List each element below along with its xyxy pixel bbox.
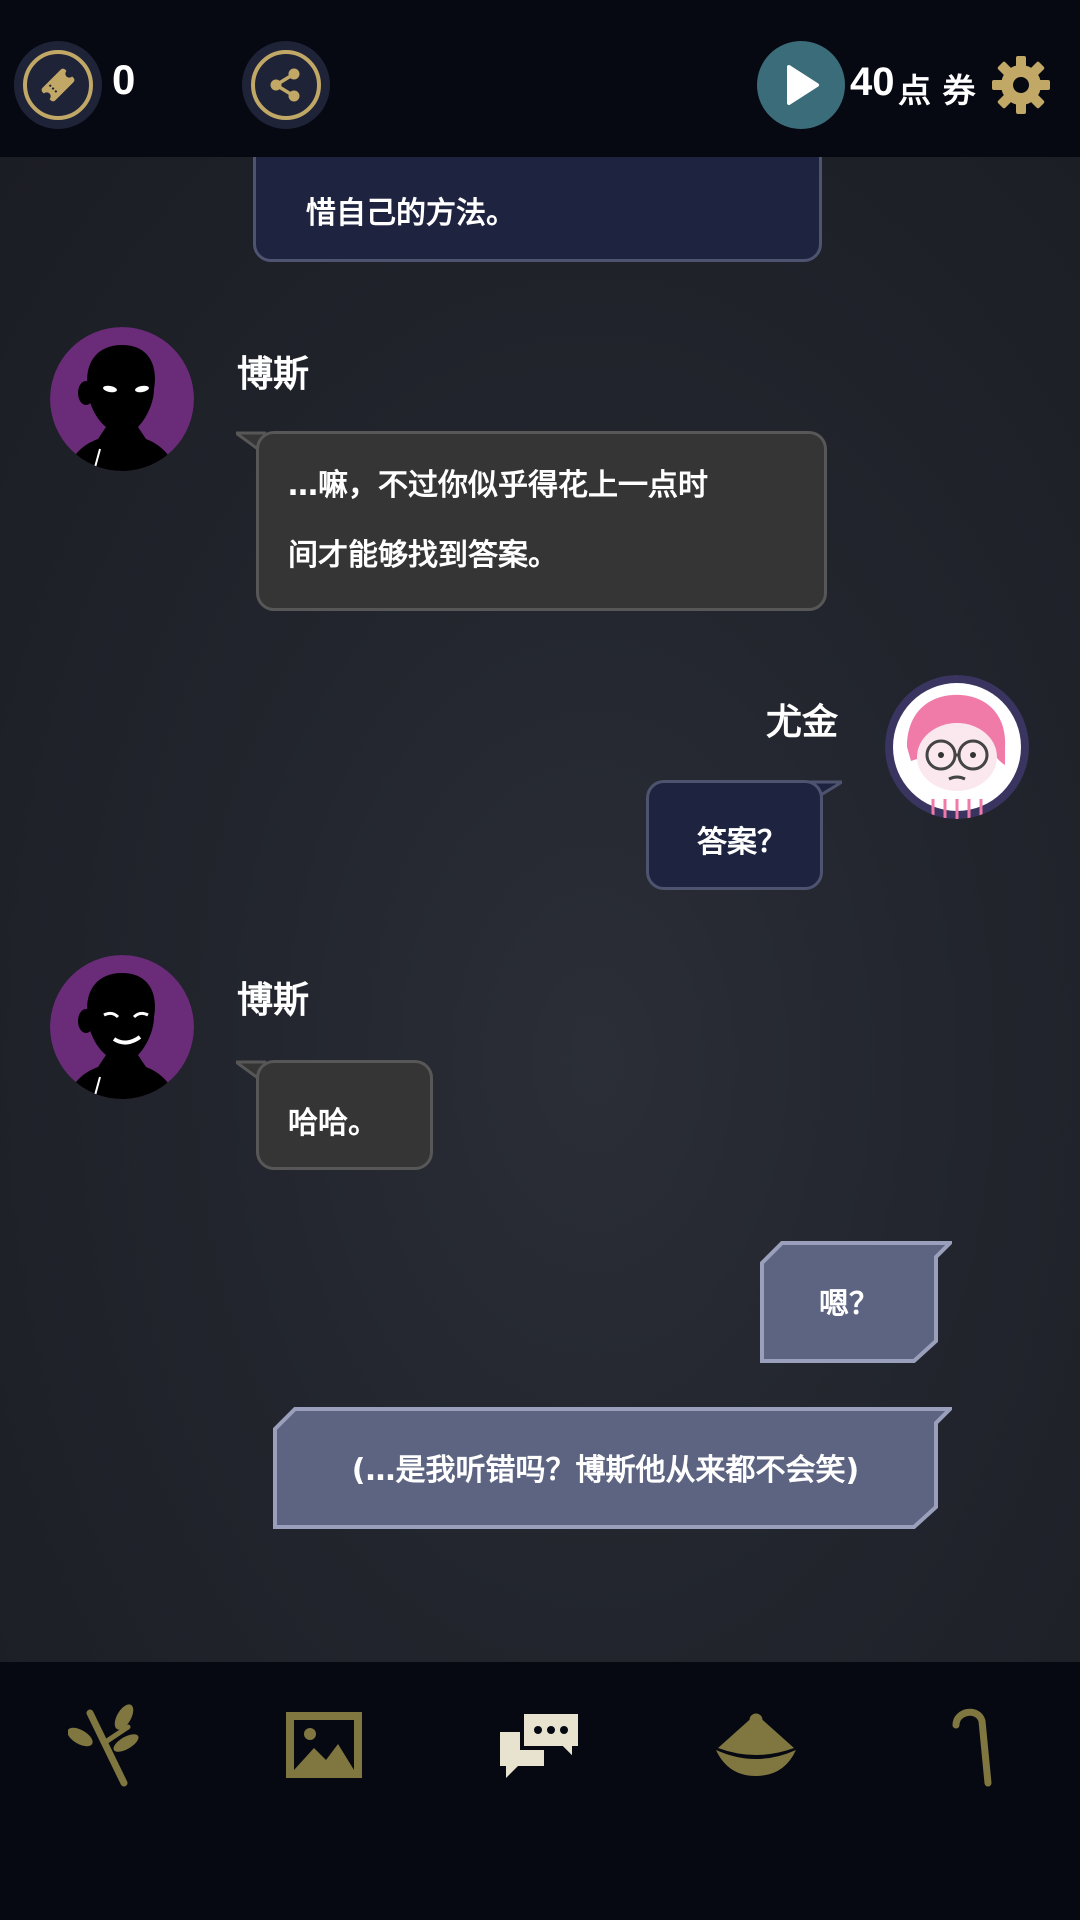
message-text-line: …嘛，不过你似乎得花上一点时 bbox=[288, 468, 708, 503]
message-text: 答案？ bbox=[697, 825, 787, 860]
nav-hat[interactable] bbox=[711, 1700, 801, 1790]
avatar-eugene[interactable] bbox=[885, 675, 1029, 819]
speaker-name: 博斯 bbox=[237, 354, 310, 395]
play-icon bbox=[787, 65, 819, 105]
hat-icon bbox=[716, 1713, 796, 1776]
message-text: 惜自己的方法。 bbox=[306, 196, 516, 231]
ticket-icon bbox=[23, 50, 93, 120]
message-text: 哈哈。 bbox=[288, 1106, 378, 1141]
message-bubble: 哈哈。 bbox=[256, 1060, 433, 1170]
chat-area[interactable]: 惜自己的方法。 博斯 …嘛，不过你似乎得花上一点时 间才能够找到答案。 尤金 答… bbox=[0, 157, 1080, 1662]
choice-text: (…是我听错吗？博斯他从来都不会笑) bbox=[351, 1453, 860, 1488]
cane-icon bbox=[952, 1708, 992, 1787]
message-bubble: 惜自己的方法。 bbox=[253, 157, 822, 262]
points-value: 40 bbox=[850, 60, 895, 104]
gear-icon[interactable] bbox=[990, 54, 1052, 116]
avatar-boss[interactable] bbox=[50, 955, 194, 1099]
message-text-line: 间才能够找到答案。 bbox=[288, 538, 558, 573]
choice-text: 嗯？ bbox=[819, 1287, 879, 1322]
nav-gallery[interactable] bbox=[279, 1700, 369, 1790]
message-bubble: 答案？ bbox=[646, 780, 823, 890]
speaker-name: 博斯 bbox=[237, 980, 310, 1021]
gallery-icon bbox=[286, 1712, 362, 1778]
speaker-name: 尤金 bbox=[766, 702, 839, 743]
nav-chat[interactable] bbox=[495, 1700, 585, 1790]
play-ad-button[interactable] bbox=[757, 41, 845, 129]
avatar-boss[interactable] bbox=[50, 327, 194, 471]
chat-icon bbox=[500, 1710, 582, 1778]
ticket-count: 0 bbox=[112, 56, 136, 103]
share-button[interactable] bbox=[242, 41, 330, 129]
branch-icon bbox=[68, 1704, 139, 1787]
share-icon bbox=[251, 50, 321, 120]
top-bar: 0 40 点 券 bbox=[0, 0, 1080, 157]
nav-cane[interactable] bbox=[927, 1700, 1017, 1790]
points-label: 点 券 bbox=[898, 71, 976, 110]
ticket-button[interactable] bbox=[14, 41, 102, 129]
message-bubble: …嘛，不过你似乎得花上一点时 间才能够找到答案。 bbox=[256, 431, 827, 611]
nav-branch[interactable] bbox=[63, 1700, 153, 1790]
choice-button[interactable]: 嗯？ bbox=[762, 1243, 936, 1359]
choice-button[interactable]: (…是我听错吗？博斯他从来都不会笑) bbox=[275, 1409, 936, 1525]
